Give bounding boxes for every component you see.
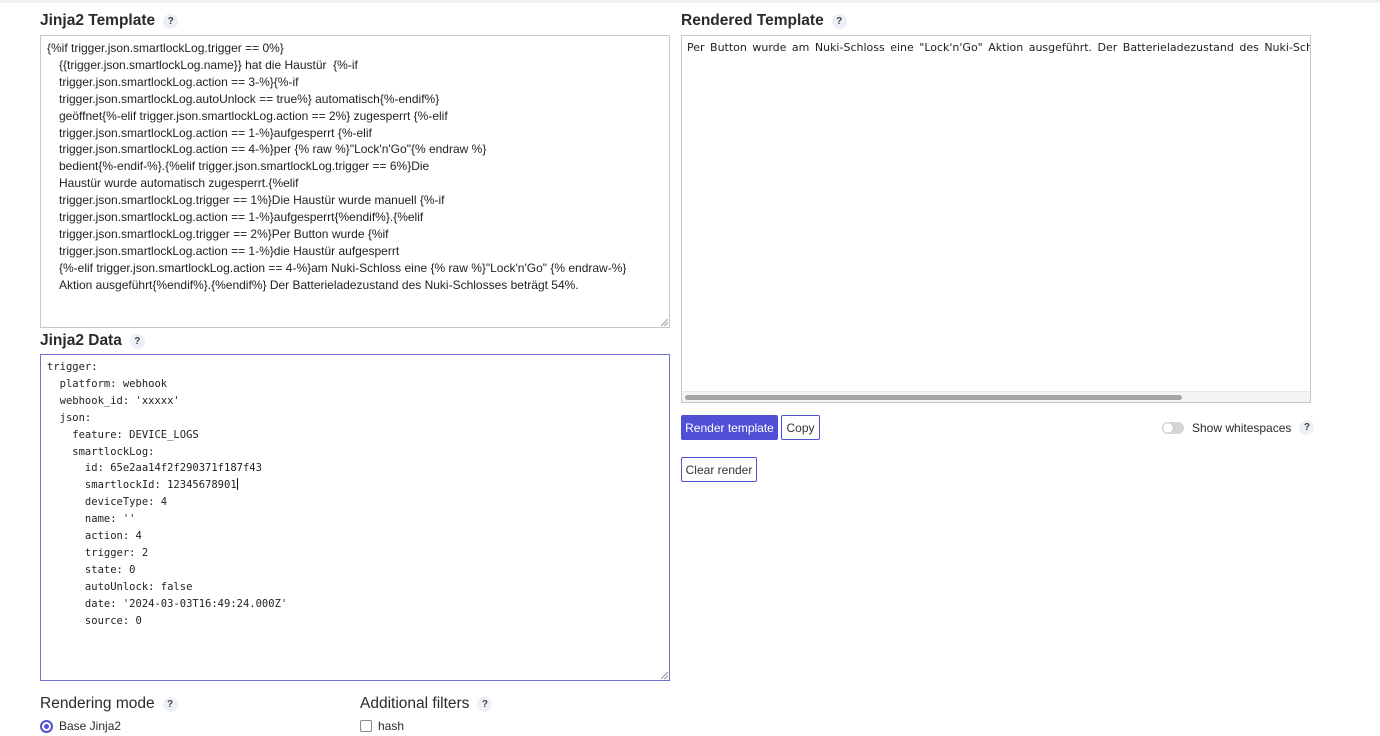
data-line: trigger:: [47, 359, 663, 376]
data-line-text: deviceType: 4: [47, 496, 168, 509]
data-line: trigger: 2: [47, 545, 663, 562]
show-whitespaces-control: Show whitespaces ?: [1162, 420, 1315, 435]
data-line: smartlockLog:: [47, 444, 663, 461]
hash-label: hash: [378, 719, 405, 733]
template-heading: Jinja2 Template ?: [40, 12, 179, 30]
base-jinja2-radio[interactable]: [40, 719, 53, 733]
data-line-text: json:: [47, 411, 92, 424]
show-whitespaces-label: Show whitespaces: [1192, 420, 1292, 435]
data-editor[interactable]: trigger: platform: webhook webhook_id: '…: [40, 354, 670, 681]
additional-filters-help-icon[interactable]: ?: [477, 696, 493, 712]
data-line-text: autoUnlock: false: [47, 580, 193, 593]
rendering-mode-help-icon[interactable]: ?: [162, 696, 178, 712]
hash-checkbox[interactable]: [360, 720, 372, 732]
data-line-text: smartlockId: 12345678901: [47, 479, 237, 492]
template-line: trigger.json.smartlockLog.action == 1-%}…: [59, 125, 372, 140]
data-line-text: trigger:: [47, 361, 98, 373]
data-help-icon[interactable]: ?: [129, 333, 145, 349]
rendering-mode-option[interactable]: Base Jinja2: [40, 719, 121, 733]
data-line: state: 0: [47, 562, 663, 579]
clear-render-button[interactable]: Clear render: [681, 457, 757, 482]
data-resize-handle[interactable]: [661, 672, 668, 679]
template-editor[interactable]: {%if trigger.json.smartlockLog.trigger =…: [40, 35, 670, 328]
template-line: Haustür wurde automatisch zugesperrt.{%e…: [59, 176, 299, 191]
rendered-output-text: Per Button wurde am Nuki-Schloss eine "L…: [687, 41, 1311, 54]
horizontal-scrollbar[interactable]: [682, 391, 1310, 402]
data-line: deviceType: 4: [47, 494, 663, 511]
data-line-text: date: '2024-03-03T16:49:24.000Z': [47, 597, 288, 610]
data-line: action: 4: [47, 528, 663, 545]
data-line: source: 0: [47, 613, 663, 630]
template-help-icon[interactable]: ?: [163, 13, 179, 29]
data-line: feature: DEVICE_LOGS: [47, 427, 663, 444]
additional-filters-heading: Additional filters ?: [360, 695, 493, 713]
data-line-text: smartlockLog:: [47, 445, 155, 458]
data-line: date: '2024-03-03T16:49:24.000Z': [47, 596, 663, 613]
data-line-text: name: '': [47, 513, 136, 526]
data-line: name: '': [47, 511, 663, 528]
template-line: Aktion ausgeführt{%endif%}.{%endif%} Der…: [59, 277, 579, 292]
top-divider: [0, 0, 1380, 3]
template-resize-handle[interactable]: [661, 319, 668, 326]
render-template-button[interactable]: Render template: [681, 415, 778, 440]
base-jinja2-label: Base Jinja2: [59, 719, 122, 733]
template-line: trigger.json.smartlockLog.trigger == 1%}…: [59, 193, 445, 208]
data-line: autoUnlock: false: [47, 579, 663, 596]
template-title: Jinja2 Template: [40, 12, 156, 29]
rendered-heading: Rendered Template ?: [681, 12, 847, 30]
template-line: {%-elif trigger.json.smartlockLog.action…: [59, 260, 627, 275]
data-line-text: trigger: 2: [47, 546, 149, 559]
data-heading: Jinja2 Data ?: [40, 332, 145, 350]
template-line: {{trigger.json.smartlockLog.name}} hat d…: [59, 57, 358, 72]
rendered-output: Per Button wurde am Nuki-Schloss eine "L…: [681, 35, 1311, 403]
data-line: webhook_id: 'xxxxx': [47, 393, 663, 410]
rendering-mode-title: Rendering mode: [40, 695, 155, 712]
template-line: trigger.json.smartlockLog.autoUnlock == …: [59, 91, 440, 106]
template-line: trigger.json.smartlockLog.trigger == 2%}…: [59, 226, 389, 241]
data-line: id: 65e2aa14f2f290371f187f43: [47, 460, 663, 477]
additional-filters-title: Additional filters: [360, 695, 470, 712]
scrollbar-thumb[interactable]: [685, 395, 1182, 400]
data-line: json:: [47, 410, 663, 427]
template-line: {%if trigger.json.smartlockLog.trigger =…: [47, 41, 284, 55]
template-line: bedient{%-endif-%}.{%elif trigger.json.s…: [59, 159, 430, 174]
rendered-title: Rendered Template: [681, 12, 824, 29]
data-line-text: id: 65e2aa14f2f290371f187f43: [47, 462, 262, 475]
data-line-text: feature: DEVICE_LOGS: [47, 428, 199, 441]
show-whitespaces-help-icon[interactable]: ?: [1299, 420, 1315, 435]
data-line: smartlockId: 12345678901: [47, 477, 663, 494]
data-title: Jinja2 Data: [40, 332, 122, 349]
rendering-mode-heading: Rendering mode ?: [40, 695, 178, 713]
template-line: trigger.json.smartlockLog.action == 4-%}…: [59, 142, 487, 157]
copy-button[interactable]: Copy: [781, 415, 820, 440]
rendered-help-icon[interactable]: ?: [831, 13, 847, 29]
template-line: trigger.json.smartlockLog.action == 1-%}…: [59, 210, 424, 225]
show-whitespaces-toggle[interactable]: [1162, 421, 1184, 434]
text-caret: [236, 478, 238, 491]
template-line: geöffnet{%-elif trigger.json.smartlockLo…: [59, 108, 448, 123]
data-code[interactable]: trigger: platform: webhook webhook_id: '…: [41, 355, 669, 634]
data-line: platform: webhook: [47, 376, 663, 393]
template-line: trigger.json.smartlockLog.action == 1-%}…: [59, 243, 400, 258]
template-line: trigger.json.smartlockLog.action == 3-%}…: [59, 74, 299, 89]
data-line-text: action: 4: [47, 530, 142, 543]
data-line-text: state: 0: [47, 563, 136, 576]
data-line-text: source: 0: [47, 614, 142, 627]
hash-filter-option[interactable]: hash: [360, 719, 404, 733]
data-line-text: webhook_id: 'xxxxx': [47, 394, 180, 407]
data-line-text: platform: webhook: [47, 377, 168, 390]
template-code[interactable]: {%if trigger.json.smartlockLog.trigger =…: [41, 36, 669, 298]
